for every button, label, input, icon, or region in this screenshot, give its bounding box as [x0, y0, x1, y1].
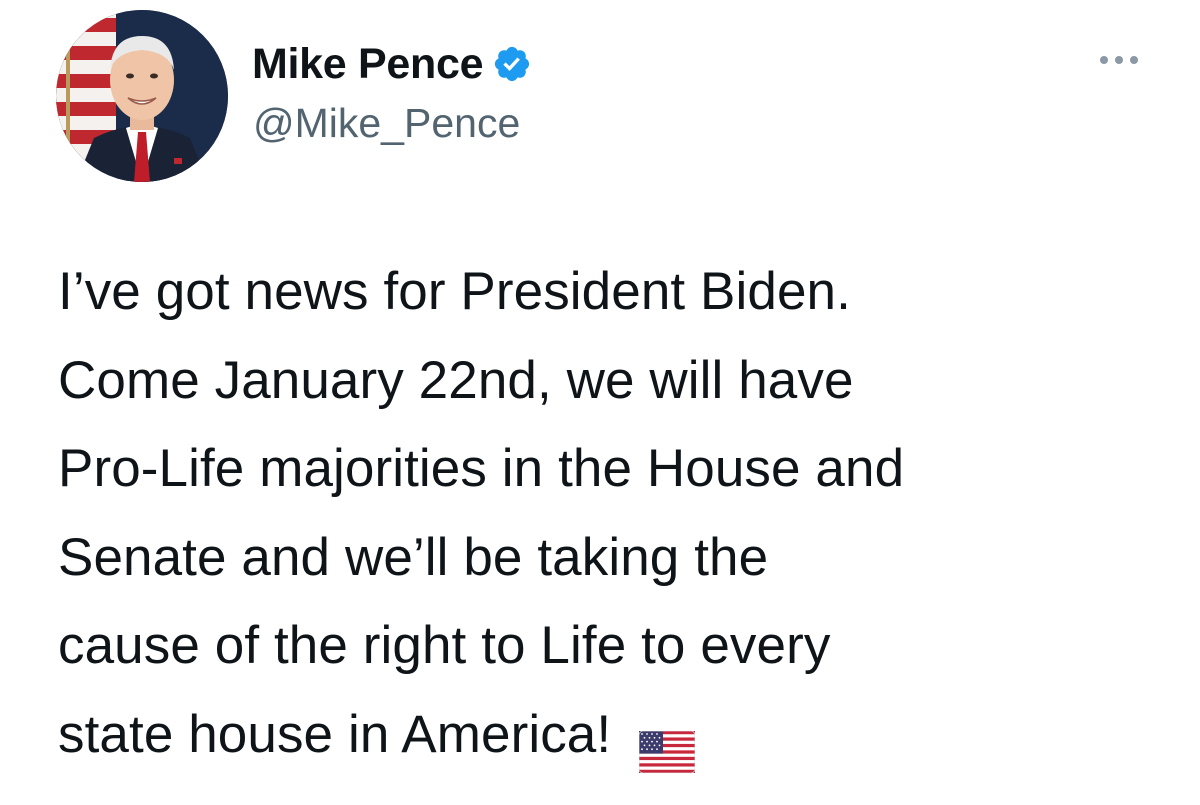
more-horizontal-icon[interactable]: [1095, 48, 1143, 72]
tweet-text-line: Pro-Life majorities in the House and: [58, 439, 905, 498]
tweet-text-line: cause of the right to Life to every: [58, 616, 831, 675]
tweet-text-line: Senate and we’ll be taking the: [58, 527, 769, 587]
author-handle[interactable]: @Mike_Pence: [253, 100, 520, 147]
tweet-text-line: Come January 22nd, we will have: [58, 350, 854, 410]
author-name-row: Mike Pence: [252, 38, 532, 90]
author-display-name[interactable]: Mike Pence: [252, 40, 484, 89]
profile-photo-icon: [56, 10, 228, 182]
avatar[interactable]: [56, 10, 228, 182]
verified-badge-icon: [492, 44, 532, 84]
tweet-text: I’ve got news for President Biden. Come …: [58, 248, 1168, 779]
us-flag-emoji-icon: [638, 712, 696, 773]
tweet-text-line: state house in America!: [58, 704, 612, 764]
tweet: Mike Pence @Mike_Pence I’ve got news for…: [0, 0, 1200, 805]
tweet-text-line: I’ve got news for President Biden.: [58, 262, 851, 321]
tweet-text-last-line: state house in America!: [58, 691, 1168, 780]
